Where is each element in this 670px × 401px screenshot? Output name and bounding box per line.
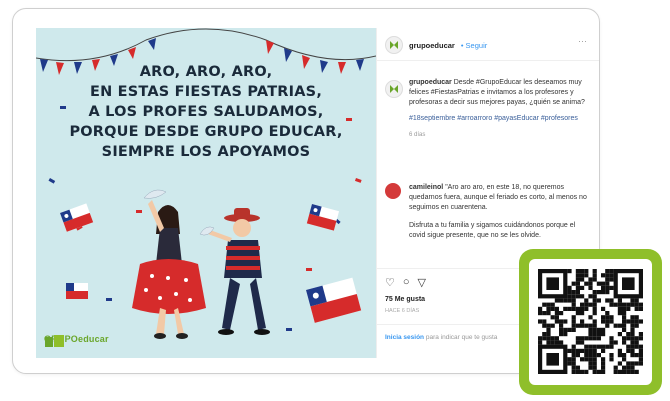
- post-actions: ♡ ○ ▽: [385, 276, 426, 289]
- qr-code-icon: [538, 269, 643, 374]
- comment-handle[interactable]: camileinol: [409, 184, 443, 191]
- post-headline: ARO, ARO, ARO, EN ESTAS FIESTAS PATRIAS,…: [36, 62, 376, 162]
- post-caption: grupoeducar Desde #GrupoEducar les desea…: [409, 78, 587, 140]
- more-options-icon[interactable]: ···: [578, 36, 587, 46]
- logo-icon: [45, 335, 64, 347]
- header-divider: [377, 60, 599, 61]
- post-date: HACE 6 DÍAS: [385, 308, 420, 314]
- caption-handle[interactable]: grupoeducar: [409, 79, 452, 86]
- account-avatar[interactable]: [385, 36, 403, 54]
- brand-logo: GRUPOeducar: [44, 334, 109, 347]
- commenter-avatar[interactable]: [385, 183, 401, 199]
- comment: camileinol "Aro aro aro, en este 18, no …: [409, 183, 587, 241]
- post-image[interactable]: ARO, ARO, ARO, EN ESTAS FIESTAS PATRIAS,…: [36, 28, 376, 358]
- headline-line-4: PORQUE DESDE GRUPO EDUCAR,: [69, 124, 343, 140]
- qr-code[interactable]: [529, 259, 652, 385]
- caption-time: 6 días: [409, 132, 426, 138]
- login-prompt: Inicia sesión para indicar que te gusta: [385, 334, 497, 341]
- login-prompt-text: para indicar que te gusta: [425, 334, 498, 341]
- headline-line-1: ARO, ARO, ARO,: [139, 64, 273, 80]
- login-link[interactable]: Inicia sesión: [385, 334, 424, 341]
- headline-line-2: EN ESTAS FIESTAS PATRIAS,: [89, 84, 323, 100]
- comment-icon[interactable]: ○: [403, 276, 410, 289]
- like-icon[interactable]: ♡: [385, 276, 395, 289]
- follow-button[interactable]: • Seguir: [461, 41, 487, 50]
- comment-text-2: Disfruta a tu familia y sigamos cuidándo…: [409, 222, 576, 239]
- caption-hashtags[interactable]: #18septiembre #arroarroro #payasEducar #…: [409, 114, 587, 124]
- account-handle[interactable]: grupoeducar: [409, 41, 455, 50]
- share-icon[interactable]: ▽: [418, 276, 426, 289]
- headline-line-5: SIEMPRE LOS APOYAMOS: [101, 144, 311, 160]
- post-header: grupoeducar • Seguir: [385, 36, 487, 54]
- caption-avatar[interactable]: [385, 80, 403, 98]
- instagram-post: ARO, ARO, ARO, EN ESTAS FIESTAS PATRIAS,…: [36, 28, 599, 358]
- like-count[interactable]: 75 Me gusta: [385, 296, 425, 303]
- headline-line-3: A LOS PROFES SALUDAMOS,: [88, 104, 324, 120]
- qr-code-badge: [519, 249, 662, 395]
